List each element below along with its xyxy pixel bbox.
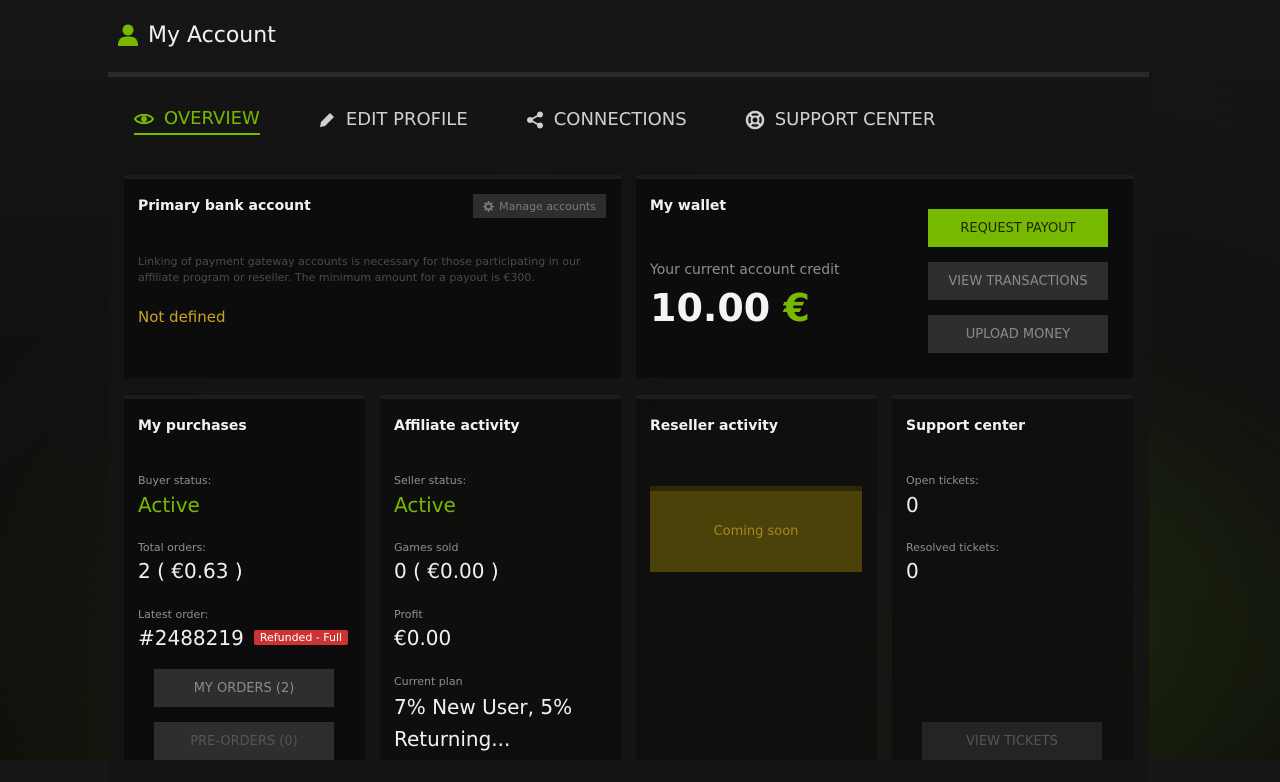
view-transactions-button[interactable]: VIEW TRANSACTIONS bbox=[928, 262, 1108, 300]
games-sold-value: 0 ( €0.00 ) bbox=[394, 559, 499, 583]
tab-support-center[interactable]: SUPPORT CENTER bbox=[745, 108, 936, 135]
bank-account-card: Primary bank account Manage accounts Lin… bbox=[124, 175, 621, 378]
wallet-card: My wallet Your current account credit 10… bbox=[636, 175, 1133, 378]
open-tickets-label: Open tickets: bbox=[906, 474, 979, 487]
credit-label: Your current account credit bbox=[650, 262, 840, 278]
tab-label: EDIT PROFILE bbox=[345, 109, 468, 130]
eye-icon bbox=[134, 113, 154, 124]
card-title: Affiliate activity bbox=[394, 418, 520, 434]
support-card: Support center Open tickets: 0 Resolved … bbox=[892, 395, 1133, 760]
games-sold-label: Games sold bbox=[394, 541, 459, 554]
credit-value: 10.00 bbox=[650, 286, 771, 330]
coming-soon-box: Coming soon bbox=[650, 486, 862, 572]
request-payout-button[interactable]: REQUEST PAYOUT bbox=[928, 209, 1108, 247]
refund-status-badge: Refunded - Full bbox=[253, 630, 349, 645]
upload-money-button[interactable]: UPLOAD MONEY bbox=[928, 315, 1108, 353]
card-title: Support center bbox=[906, 418, 1026, 434]
profit-label: Profit bbox=[394, 608, 423, 621]
view-tickets-button[interactable]: VIEW TICKETS bbox=[922, 722, 1102, 760]
latest-order-label: Latest order: bbox=[138, 608, 209, 621]
seller-status-value: Active bbox=[394, 493, 456, 517]
card-title: My wallet bbox=[650, 198, 727, 214]
reseller-card: Reseller activity Coming soon bbox=[636, 395, 877, 760]
tab-label: OVERVIEW bbox=[164, 108, 260, 129]
latest-order-id[interactable]: #2488219 bbox=[138, 626, 244, 650]
buyer-status-label: Buyer status: bbox=[138, 474, 212, 487]
resolved-tickets-value: 0 bbox=[906, 559, 919, 583]
tab-bar: OVERVIEW EDIT PROFILE CONNECTIONS SUPPOR… bbox=[134, 108, 993, 135]
manage-accounts-button[interactable]: Manage accounts bbox=[473, 194, 606, 218]
tab-connections[interactable]: CONNECTIONS bbox=[526, 108, 687, 135]
card-title: Reseller activity bbox=[650, 418, 778, 434]
tab-edit-profile[interactable]: EDIT PROFILE bbox=[318, 108, 468, 135]
pencil-icon bbox=[319, 112, 334, 127]
purchases-card: My purchases Buyer status: Active Total … bbox=[124, 395, 365, 760]
gear-icon bbox=[483, 200, 495, 212]
pre-orders-button[interactable]: PRE-ORDERS (0) bbox=[154, 722, 334, 760]
share-icon bbox=[526, 111, 543, 128]
total-orders-value: 2 ( €0.63 ) bbox=[138, 559, 243, 583]
card-title: Primary bank account bbox=[138, 198, 311, 214]
bank-status: Not defined bbox=[138, 308, 226, 326]
total-orders-label: Total orders: bbox=[138, 541, 206, 554]
currency-symbol: € bbox=[783, 286, 810, 330]
resolved-tickets-label: Resolved tickets: bbox=[906, 541, 1000, 554]
bank-description: Linking of payment gateway accounts is n… bbox=[138, 255, 581, 284]
current-plan-label: Current plan bbox=[394, 675, 463, 688]
coming-soon-text: Coming soon bbox=[713, 524, 799, 539]
manage-accounts-label: Manage accounts bbox=[499, 199, 596, 213]
page-header: My Account bbox=[118, 20, 276, 50]
tab-label: SUPPORT CENTER bbox=[774, 109, 936, 130]
page-title: My Account bbox=[148, 22, 276, 48]
latest-order: #2488219 Refunded - Full bbox=[138, 626, 349, 650]
tab-label: CONNECTIONS bbox=[553, 109, 687, 130]
tab-overview[interactable]: OVERVIEW bbox=[134, 108, 260, 135]
header-divider bbox=[108, 72, 1149, 77]
my-orders-button[interactable]: MY ORDERS (2) bbox=[154, 669, 334, 707]
card-title: My purchases bbox=[138, 418, 247, 434]
buyer-status-value: Active bbox=[138, 493, 200, 517]
seller-status-label: Seller status: bbox=[394, 474, 467, 487]
current-plan-value: 7% New User, 5% Returning... bbox=[394, 695, 573, 751]
profit-value: €0.00 bbox=[394, 626, 452, 650]
lifebuoy-icon bbox=[745, 110, 764, 129]
open-tickets-value: 0 bbox=[906, 493, 919, 517]
affiliate-card: Affiliate activity Seller status: Active… bbox=[380, 395, 621, 760]
credit-amount: 10.00 € bbox=[650, 286, 810, 330]
user-icon bbox=[118, 24, 138, 46]
